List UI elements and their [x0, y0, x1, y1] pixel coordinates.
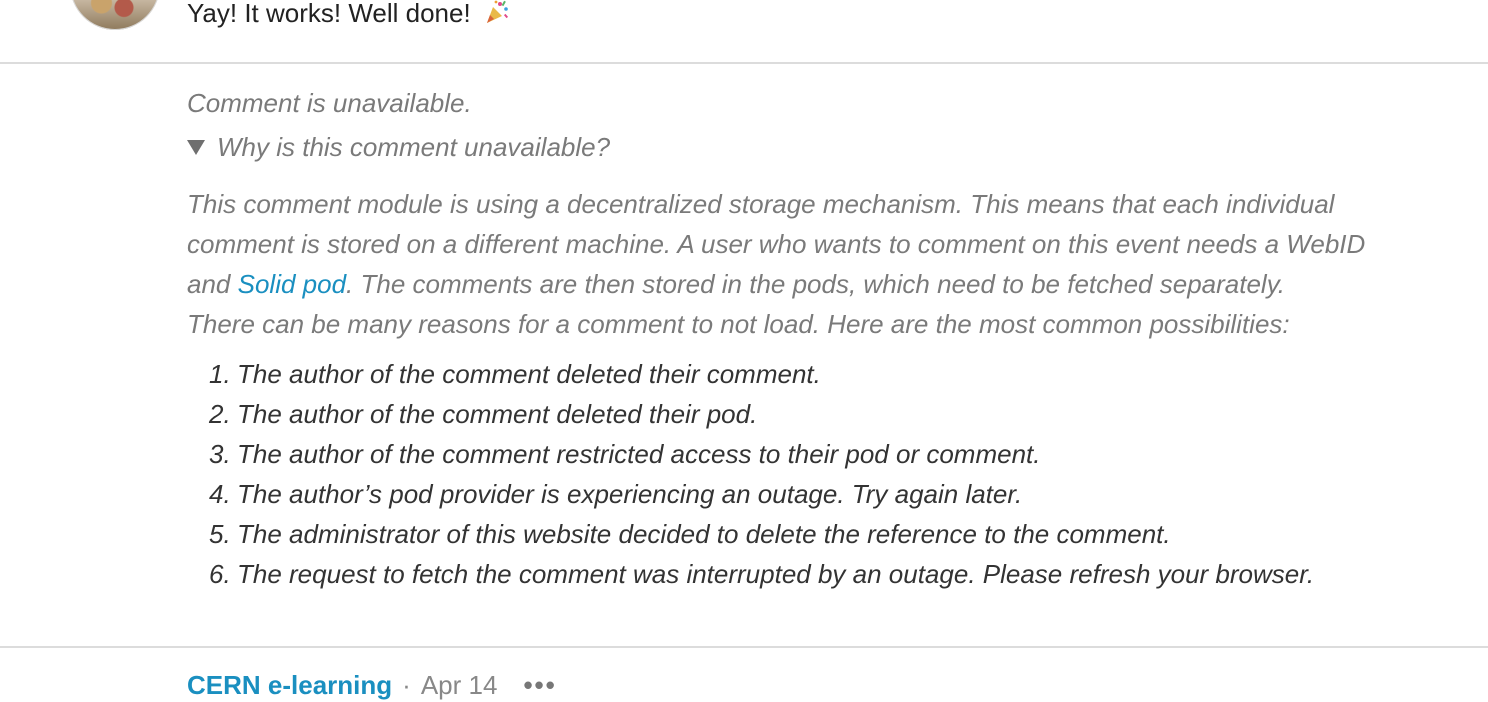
more-options-icon[interactable]: •••: [523, 668, 556, 702]
list-item-number: 3.: [209, 439, 231, 469]
unavailable-comment: Comment is unavailable. Why is this comm…: [187, 84, 1407, 594]
list-item-text: The author of the comment deleted their …: [237, 399, 758, 429]
list-item: 1. The author of the comment deleted thei…: [187, 354, 1407, 394]
previous-comment-text: Yay! It works! Well done!: [187, 0, 510, 30]
list-item-number: 6.: [209, 559, 231, 589]
comment-author-link[interactable]: CERN e-learning: [187, 668, 392, 702]
list-item: 3. The author of the comment restricted a…: [187, 434, 1407, 474]
reasons-intro: There can be many reasons for a comment …: [187, 309, 1290, 339]
list-item: 6. The request to fetch the comment was i…: [187, 554, 1407, 594]
list-item: 4. The author’s pod provider is experienc…: [187, 474, 1407, 514]
unavailable-title: Comment is unavailable.: [187, 88, 472, 118]
comment-date[interactable]: Apr 14: [421, 668, 498, 702]
comment-divider: [0, 646, 1488, 648]
why-unavailable-label[interactable]: Why is this comment unavailable?: [217, 128, 610, 166]
list-item-text: The author of the comment restricted acc…: [237, 439, 1041, 469]
list-item-text: The administrator of this website decide…: [237, 519, 1171, 549]
list-item-number: 4.: [209, 479, 231, 509]
next-comment-header: CERN e-learning · Apr 14 •••: [187, 668, 557, 702]
list-item: 5. The administrator of this website deci…: [187, 514, 1407, 554]
meta-separator: ·: [402, 670, 411, 700]
list-item-text: The author’s pod provider is experiencin…: [237, 479, 1023, 509]
reasons-list: 1. The author of the comment deleted thei…: [187, 354, 1407, 594]
avatar[interactable]: [70, 0, 160, 30]
list-item-text: The author of the comment deleted their …: [237, 359, 821, 389]
list-item: 2. The author of the comment deleted thei…: [187, 394, 1407, 434]
list-item-number: 1.: [209, 359, 231, 389]
list-item-number: 5.: [209, 519, 231, 549]
list-item-text: The request to fetch the comment was int…: [237, 559, 1315, 589]
unavailable-explanation: This comment module is using a decentral…: [187, 184, 1407, 304]
comment-divider: [0, 62, 1488, 64]
list-item-number: 2.: [209, 399, 231, 429]
party-popper-icon: [486, 0, 508, 23]
solid-pod-link[interactable]: Solid pod: [238, 269, 346, 299]
previous-comment-body: Yay! It works! Well done!: [187, 0, 471, 28]
disclosure-triangle-icon[interactable]: [187, 139, 205, 155]
explanation-text-continued: . The comments are then stored in the po…: [346, 269, 1285, 299]
why-unavailable-toggle[interactable]: Why is this comment unavailable?: [187, 128, 1407, 166]
